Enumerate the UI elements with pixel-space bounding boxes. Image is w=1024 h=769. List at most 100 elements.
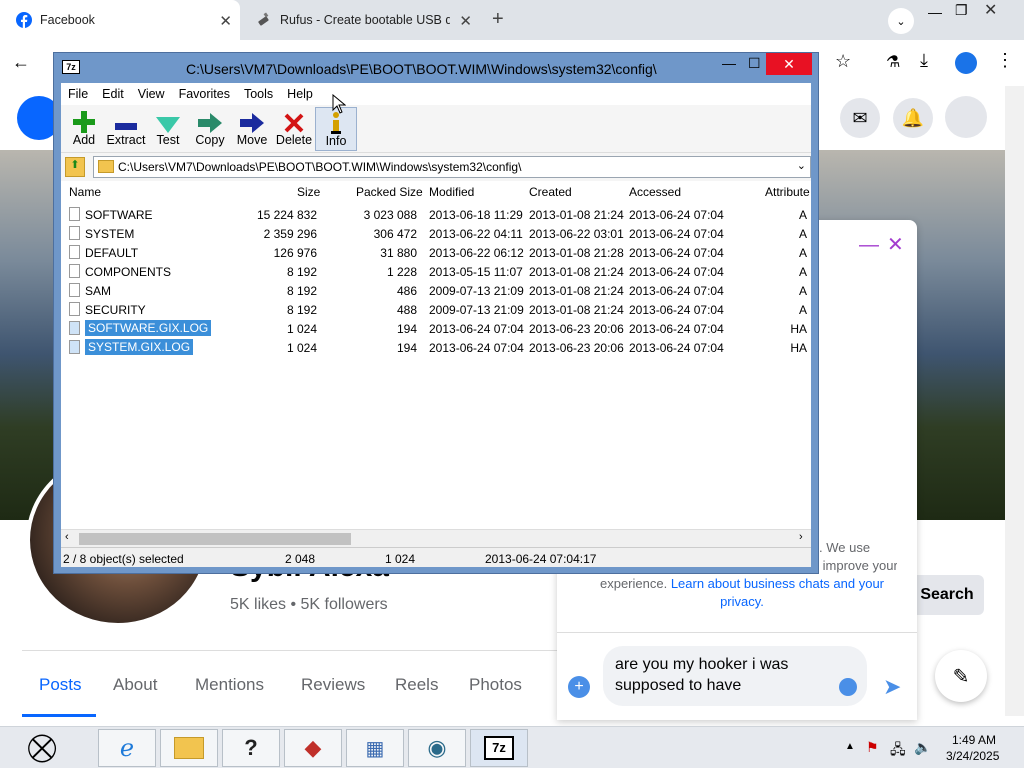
- dropdown-icon[interactable]: ⌄: [797, 159, 806, 172]
- taskbar-7zip-icon[interactable]: 7z: [470, 729, 528, 767]
- test-button[interactable]: Test: [147, 107, 189, 151]
- table-row[interactable]: SAM 8 192 486 2009-07-13 21:09 2013-01-08 21…: [61, 281, 811, 300]
- tab-posts[interactable]: Posts: [39, 675, 82, 695]
- 7zip-titlebar[interactable]: 7z C:\Users\VM7\Downloads\PE\BOOT\BOOT.W…: [54, 53, 818, 83]
- back-icon[interactable]: ←: [12, 52, 30, 73]
- add-button[interactable]: Add: [63, 107, 105, 151]
- scroll-right-icon[interactable]: ›: [799, 531, 803, 543]
- new-tab-icon[interactable]: +: [492, 8, 504, 31]
- download-icon[interactable]: ⤓: [920, 50, 928, 71]
- 7zip-maximize-icon[interactable]: ☐: [748, 55, 761, 72]
- cell-attr: HA: [790, 341, 807, 355]
- clock-time[interactable]: 1:49 AM: [952, 733, 996, 747]
- minimize-chat-icon[interactable]: —: [859, 234, 879, 257]
- cell-size: 8 192: [286, 284, 317, 298]
- table-row[interactable]: DEFAULT 126 976 31 880 2013-06-22 06:12 2013…: [61, 243, 811, 262]
- column-accessed[interactable]: Accessed: [629, 185, 681, 199]
- cell-created: 2013-01-08 21:24: [529, 208, 624, 222]
- close-tab-icon[interactable]: ✕: [459, 12, 472, 30]
- taskbar-explorer-icon[interactable]: [160, 729, 218, 767]
- taskbar-globe-icon[interactable]: ◉: [408, 729, 466, 767]
- table-row[interactable]: SYSTEM 2 359 296 306 472 2013-06-22 04:11 20…: [61, 224, 811, 243]
- messenger-icon[interactable]: ✉: [840, 98, 880, 138]
- menu-tools[interactable]: Tools: [237, 87, 280, 101]
- tray-volume-icon[interactable]: 🔈: [914, 739, 931, 756]
- profile-icon[interactable]: [955, 52, 977, 74]
- tab-search-icon[interactable]: ⌄: [888, 8, 914, 34]
- search-button[interactable]: Search: [910, 575, 984, 615]
- column-name[interactable]: Name: [69, 185, 101, 199]
- cell-name: SYSTEM.GIX.LOG: [85, 339, 194, 355]
- taskbar-help-icon[interactable]: ?: [222, 729, 280, 767]
- cell-modified: 2009-07-13 21:09: [429, 303, 524, 317]
- tab-about[interactable]: About: [113, 675, 157, 695]
- chat-notice-text: experience.: [599, 576, 671, 591]
- account-avatar[interactable]: [945, 96, 987, 138]
- tab-photos[interactable]: Photos: [469, 675, 522, 695]
- menu-view[interactable]: View: [131, 87, 172, 101]
- add-label: Add: [72, 133, 96, 147]
- clock-date[interactable]: 3/24/2025: [946, 749, 999, 763]
- column-attributes[interactable]: Attribute: [765, 185, 810, 199]
- restore-icon[interactable]: ❐: [955, 2, 968, 19]
- privacy-link[interactable]: Learn about business chats and your priv…: [671, 576, 884, 609]
- taskbar-app-icon[interactable]: ◆: [284, 729, 342, 767]
- compose-button[interactable]: ✎: [935, 650, 987, 702]
- taskbar-ie-icon[interactable]: ℯ: [98, 729, 156, 767]
- horizontal-scrollbar[interactable]: ‹ ›: [61, 529, 811, 547]
- close-icon[interactable]: ✕: [984, 0, 997, 20]
- copy-arrow-icon: [198, 113, 222, 133]
- table-row[interactable]: SYSTEM.GIX.LOG 1 024 194 2013-06-24 07:04 20…: [61, 338, 811, 357]
- tab-reels[interactable]: Reels: [395, 675, 438, 695]
- tab-mentions[interactable]: Mentions: [195, 675, 264, 695]
- scrollbar-thumb[interactable]: [79, 533, 351, 545]
- page-scrollbar[interactable]: [1005, 86, 1024, 716]
- tab-facebook[interactable]: Facebook ✕: [0, 0, 240, 40]
- move-button[interactable]: Move: [231, 107, 273, 151]
- cell-size: 126 976: [273, 246, 317, 260]
- attach-icon[interactable]: +: [568, 676, 590, 698]
- scroll-left-icon[interactable]: ‹: [65, 531, 69, 543]
- notifications-icon[interactable]: 🔔: [893, 98, 933, 138]
- tray-flag-icon[interactable]: ⚑: [866, 739, 879, 756]
- send-icon[interactable]: ➤: [883, 674, 901, 700]
- up-folder-icon[interactable]: ⬆: [65, 157, 85, 177]
- emoji-icon[interactable]: [839, 678, 857, 696]
- 7zip-minimize-icon[interactable]: —: [722, 55, 736, 71]
- close-chat-icon[interactable]: ✕: [887, 232, 904, 257]
- extract-button[interactable]: Extract: [105, 107, 147, 151]
- tray-network-icon[interactable]: 🖧: [890, 739, 906, 763]
- column-size[interactable]: Size: [297, 185, 320, 199]
- menu-icon[interactable]: ⋮: [996, 50, 1014, 71]
- tab-reviews[interactable]: Reviews: [301, 675, 365, 695]
- tray-up-icon[interactable]: ▲: [845, 741, 855, 752]
- cell-name: SYSTEM: [85, 227, 135, 241]
- menu-edit[interactable]: Edit: [95, 87, 131, 101]
- table-row[interactable]: SECURITY 8 192 488 2009-07-13 21:09 2013-01-…: [61, 300, 811, 319]
- cell-size: 8 192: [286, 303, 317, 317]
- status-packed: 1 024: [385, 552, 416, 566]
- taskbar-control-panel-icon[interactable]: ▦: [346, 729, 404, 767]
- menu-file[interactable]: File: [61, 87, 95, 101]
- address-input[interactable]: C:\Users\VM7\Downloads\PE\BOOT\BOOT.WIM\…: [93, 156, 811, 178]
- extract-label: Extract: [106, 133, 146, 147]
- close-tab-icon[interactable]: ✕: [219, 12, 232, 30]
- start-button[interactable]: ⛒: [20, 727, 64, 769]
- delete-button[interactable]: Delete: [273, 107, 315, 151]
- labs-icon[interactable]: ⚗: [886, 52, 900, 72]
- table-row[interactable]: SOFTWARE 15 224 832 3 023 088 2013-06-18 11…: [61, 205, 811, 224]
- copy-button[interactable]: Copy: [189, 107, 231, 151]
- star-icon[interactable]: ☆: [835, 51, 851, 72]
- menu-help[interactable]: Help: [280, 87, 320, 101]
- minimize-icon[interactable]: —: [928, 4, 942, 20]
- column-packed-size[interactable]: Packed Size: [356, 185, 423, 199]
- tab-rufus[interactable]: Rufus - Create bootable USB di ✕: [248, 0, 480, 40]
- message-input[interactable]: are you my hooker i was supposed to have: [603, 646, 867, 706]
- column-modified[interactable]: Modified: [429, 185, 474, 199]
- column-created[interactable]: Created: [529, 185, 572, 199]
- file-list: Name Size Packed Size Modified Created A…: [61, 181, 811, 529]
- table-row[interactable]: COMPONENTS 8 192 1 228 2013-05-15 11:07 2013…: [61, 262, 811, 281]
- menu-favorites[interactable]: Favorites: [172, 87, 237, 101]
- table-row[interactable]: SOFTWARE.GIX.LOG 1 024 194 2013-06-24 07:04…: [61, 319, 811, 338]
- 7zip-close-button[interactable]: ✕: [766, 53, 812, 75]
